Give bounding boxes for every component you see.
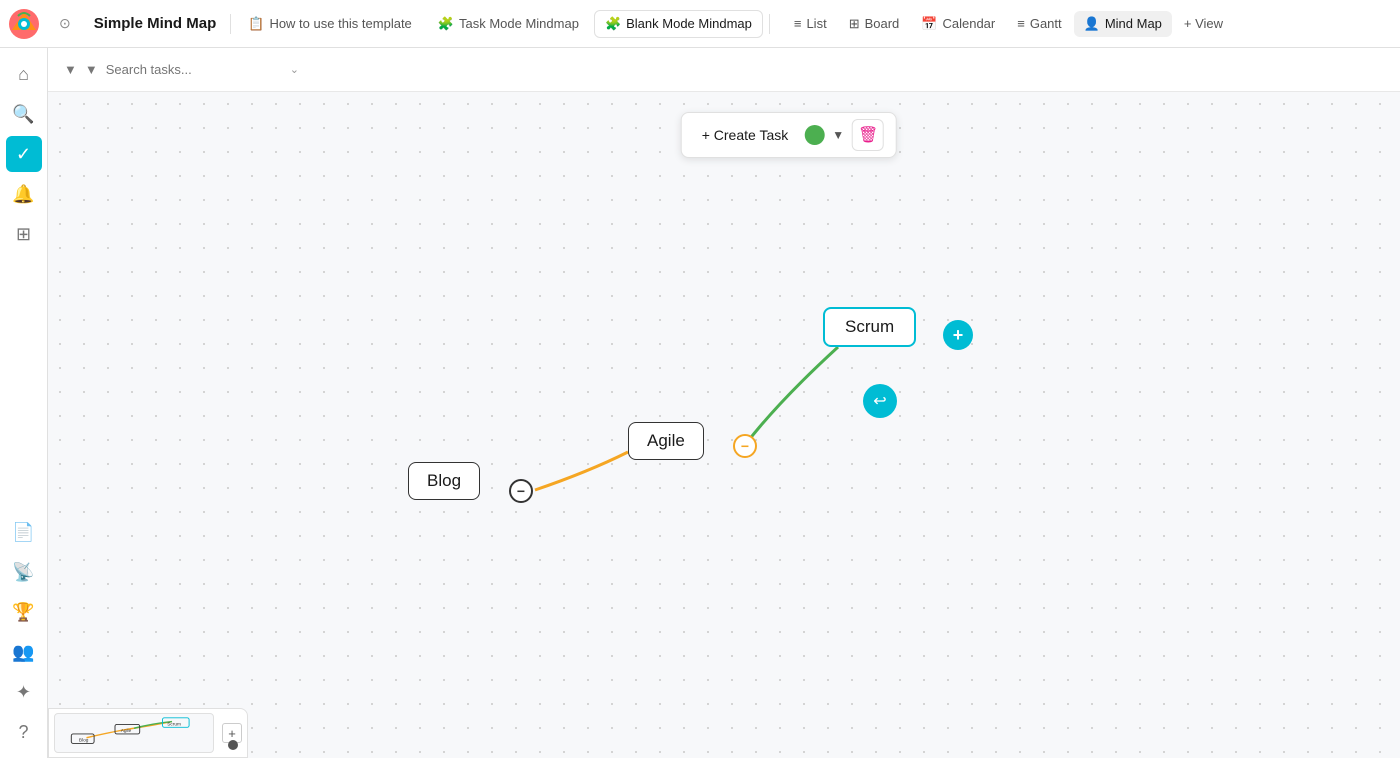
view-tab-calendar[interactable]: 📅 Calendar xyxy=(911,11,1005,37)
sidebar-item-document[interactable]: 📄 xyxy=(6,514,42,550)
sparkles-icon: ✦ xyxy=(16,682,31,703)
topbar-nav-icon[interactable]: ⊙ xyxy=(48,9,82,38)
home-icon: ⌂ xyxy=(18,64,29,85)
node-agile-label: Agile xyxy=(647,431,685,450)
search-icon: 🔍 xyxy=(12,104,34,125)
view-tab-gantt-label: Gantt xyxy=(1030,16,1062,31)
tab-blank-mode[interactable]: 🧩 Blank Mode Mindmap xyxy=(594,10,763,38)
agile-collapse-button[interactable]: − xyxy=(733,434,757,458)
status-dropdown-arrow[interactable]: ▼ xyxy=(832,128,844,142)
tab-separator-2 xyxy=(769,14,770,34)
view-tab-board-label: Board xyxy=(865,16,900,31)
sidebar-item-users[interactable]: 👥 xyxy=(6,634,42,670)
topbar: ⊙ Simple Mind Map 📋 How to use this temp… xyxy=(0,0,1400,48)
sidebar-item-tasks[interactable]: ✓ xyxy=(6,136,42,172)
gantt-icon: ≡ xyxy=(1017,16,1025,31)
filter-bar: ▼ ▼ ⌄ xyxy=(48,48,1400,92)
search-input[interactable] xyxy=(106,62,282,77)
sidebar-item-help[interactable]: ? xyxy=(6,714,42,750)
minimap-thumbnail[interactable]: Blog Agile Scrum xyxy=(54,713,214,753)
sidebar-item-trophy[interactable]: 🏆 xyxy=(6,594,42,630)
node-scrum-label: Scrum xyxy=(845,317,894,336)
blog-collapse-button[interactable]: − xyxy=(509,479,533,503)
broadcast-icon: 📡 xyxy=(12,562,34,583)
how-to-use-icon: 📋 xyxy=(248,16,264,32)
users-icon: 👥 xyxy=(12,642,34,663)
delete-button[interactable]: 🗑 xyxy=(852,119,884,151)
sidebar-item-grid[interactable]: ⊞ xyxy=(6,216,42,252)
tab-task-mode-label: Task Mode Mindmap xyxy=(459,16,579,31)
add-view-button[interactable]: + View xyxy=(1174,11,1233,36)
node-scrum[interactable]: Scrum xyxy=(823,307,916,347)
sidebar-item-sparkles[interactable]: ✦ xyxy=(6,674,42,710)
app-title[interactable]: Simple Mind Map xyxy=(86,11,225,36)
search-chevron-icon[interactable]: ⌄ xyxy=(290,63,299,76)
sidebar-item-broadcast[interactable]: 📡 xyxy=(6,554,42,590)
task-mode-icon: 🧩 xyxy=(438,16,454,32)
sidebar-item-notifications[interactable]: 🔔 xyxy=(6,176,42,212)
svg-text:Blog: Blog xyxy=(79,738,89,744)
tab-task-mode[interactable]: 🧩 Task Mode Mindmap xyxy=(427,10,590,38)
app-logo[interactable] xyxy=(8,8,40,40)
view-tab-mindmap[interactable]: 👤 Mind Map xyxy=(1074,11,1172,37)
tab-blank-mode-label: Blank Mode Mindmap xyxy=(626,16,752,31)
main-layout: ⌂ 🔍 ✓ 🔔 ⊞ 📄 📡 🏆 👥 ✦ ? xyxy=(0,48,1400,758)
view-tab-mindmap-label: Mind Map xyxy=(1105,16,1162,31)
svg-text:Agile: Agile xyxy=(121,728,132,734)
svg-text:Scrum: Scrum xyxy=(167,721,181,727)
view-tab-calendar-label: Calendar xyxy=(942,16,995,31)
node-blog[interactable]: Blog xyxy=(408,462,480,500)
sidebar-item-home[interactable]: ⌂ xyxy=(6,56,42,92)
mindmap-icon: 👤 xyxy=(1084,16,1100,32)
content-area: ▼ ▼ ⌄ + Create Task ▼ 🗑 xyxy=(48,48,1400,758)
tab-separator-1 xyxy=(230,14,231,34)
list-icon: ≡ xyxy=(794,16,802,31)
view-tab-list-label: List xyxy=(806,16,826,31)
tab-how-to-use-label: How to use this template xyxy=(269,16,411,31)
blank-mode-icon: 🧩 xyxy=(605,16,621,32)
status-dot[interactable] xyxy=(804,125,824,145)
view-tab-list[interactable]: ≡ List xyxy=(784,11,837,36)
grid-icon: ⊞ xyxy=(16,224,31,245)
trophy-icon: 🏆 xyxy=(12,602,34,623)
node-blog-label: Blog xyxy=(427,471,461,490)
node-agile[interactable]: Agile xyxy=(628,422,704,460)
create-task-button[interactable]: + Create Task xyxy=(694,123,797,147)
zoom-dot[interactable] xyxy=(228,740,238,750)
scrum-add-child-button[interactable]: + xyxy=(943,320,973,350)
delete-icon: 🗑 xyxy=(858,125,878,145)
filter-icon[interactable]: ▼ xyxy=(64,62,77,77)
minimap: Blog Agile Scrum + xyxy=(48,708,248,758)
tasks-icon: ✓ xyxy=(16,144,31,165)
mindmap-canvas[interactable]: + Create Task ▼ 🗑 Blog Agile Scrum xyxy=(48,92,1400,758)
bell-icon: 🔔 xyxy=(12,184,34,205)
sidebar-item-search[interactable]: 🔍 xyxy=(6,96,42,132)
board-icon: ⊞ xyxy=(849,16,860,32)
app-title-text: Simple Mind Map xyxy=(94,15,217,32)
calendar-icon: 📅 xyxy=(921,16,937,32)
create-task-label: + Create Task xyxy=(702,127,789,143)
help-icon: ? xyxy=(18,722,28,743)
scrum-back-button[interactable]: ↩ xyxy=(863,384,897,418)
view-tabs: ≡ List ⊞ Board 📅 Calendar ≡ Gantt 👤 Mind… xyxy=(784,11,1233,37)
sidebar: ⌂ 🔍 ✓ 🔔 ⊞ 📄 📡 🏆 👥 ✦ ? xyxy=(0,48,48,758)
tab-how-to-use[interactable]: 📋 How to use this template xyxy=(237,10,423,38)
view-tab-board[interactable]: ⊞ Board xyxy=(839,11,910,37)
document-icon: 📄 xyxy=(12,522,34,543)
mindmap-toolbar: + Create Task ▼ 🗑 xyxy=(681,112,897,158)
view-tab-gantt[interactable]: ≡ Gantt xyxy=(1007,11,1071,36)
mindmap-connections xyxy=(48,92,1400,758)
filter-dropdown-icon[interactable]: ▼ xyxy=(85,62,98,77)
add-view-label: + View xyxy=(1184,16,1223,31)
